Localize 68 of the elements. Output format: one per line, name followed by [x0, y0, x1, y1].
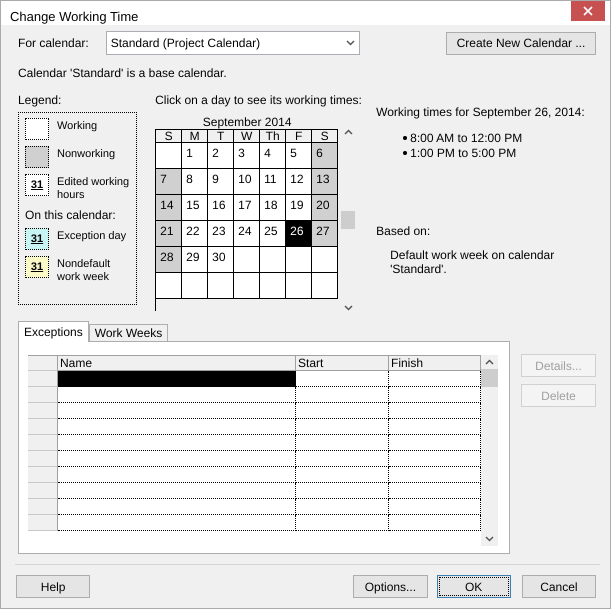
calendar-day[interactable]: 13 [312, 169, 338, 195]
based-on-label: Based on: [376, 224, 432, 238]
working-times-title: Working times for September 26, 2014: [376, 105, 586, 119]
calendar-label: For calendar: [18, 36, 89, 50]
calendar-day[interactable]: 20 [312, 195, 338, 221]
calendar-day[interactable]: 3 [234, 143, 260, 169]
weekday-header: Th [260, 129, 286, 143]
calendar-day[interactable]: 10 [234, 169, 260, 195]
weekday-header: S [312, 129, 338, 143]
dialog-button[interactable]: Cancel [522, 575, 596, 598]
tab[interactable]: Work Weeks [88, 324, 168, 342]
column-header[interactable]: Name [58, 355, 296, 371]
working-time: 1:00 PM to 5:00 PM [410, 146, 516, 160]
calendar-day[interactable]: 27 [312, 221, 338, 247]
calendar-day[interactable]: 4 [260, 143, 286, 169]
calendar-day[interactable]: 5 [286, 143, 312, 169]
calendar-day[interactable]: 24 [234, 221, 260, 247]
calendar-day[interactable]: 9 [208, 169, 234, 195]
calendar-day[interactable]: 7 [156, 169, 182, 195]
legend-swatch: 31 [25, 174, 49, 196]
weekday-header: S [156, 129, 182, 143]
calendar-day[interactable]: 21 [156, 221, 182, 247]
calendar-day[interactable]: 2 [208, 143, 234, 169]
create-calendar-button[interactable]: Create New Calendar ... [446, 32, 596, 54]
column-header[interactable]: Start [296, 355, 389, 371]
weekday-header: T [208, 129, 234, 143]
tab[interactable]: Exceptions [18, 321, 89, 342]
legend-heading: On this calendar: [25, 208, 117, 222]
dialog-button[interactable]: OK [436, 575, 511, 598]
weekday-header: W [234, 129, 260, 143]
legend-label: Nondefault work week [57, 258, 112, 284]
calendar-day[interactable]: 23 [208, 221, 234, 247]
calendar-day[interactable]: 22 [182, 221, 208, 247]
calendar-day[interactable]: 18 [260, 195, 286, 221]
calendar-day[interactable]: 1 [182, 143, 208, 169]
calendar-day[interactable]: 12 [286, 169, 312, 195]
based-on-text: Default work week on calendar 'Standard'. [390, 248, 556, 276]
calendar-dropdown[interactable]: Standard (Project Calendar) [106, 31, 360, 55]
working-time: 8:00 AM to 12:00 PM [410, 131, 522, 145]
legend-label: Working [57, 120, 98, 133]
calendar-day[interactable]: 8 [182, 169, 208, 195]
legend-label: Edited working hours [57, 176, 130, 202]
legend-swatch: 31 [25, 256, 49, 278]
calendar-day[interactable]: 19 [286, 195, 312, 221]
calendar-day[interactable]: 26 [286, 221, 312, 247]
calendar-day[interactable]: 14 [156, 195, 182, 221]
weekday-header: F [286, 129, 312, 143]
legend-swatch: 31 [25, 228, 49, 250]
column-header[interactable]: Finish [389, 355, 481, 371]
base-calendar-note: Calendar 'Standard' is a base calendar. [18, 66, 228, 80]
calendar-day[interactable]: 25 [260, 221, 286, 247]
legend-label: Nonworking [57, 148, 116, 161]
dialog-button[interactable]: Help [16, 575, 90, 598]
calendar-day[interactable]: 15 [182, 195, 208, 221]
legend-label: Exception day [57, 230, 126, 243]
calendar-day[interactable]: 28 [156, 247, 182, 273]
calendar-day[interactable]: 17 [234, 195, 260, 221]
month-title: September 2014 [202, 115, 292, 129]
legend-title: Legend: [18, 93, 62, 107]
window-title: Change Working Time [10, 9, 138, 24]
calendar-day[interactable]: 6 [312, 143, 338, 169]
calendar-day[interactable]: 30 [208, 247, 234, 273]
calendar-hint: Click on a day to see its working times: [155, 93, 362, 107]
calendar-day[interactable]: 11 [260, 169, 286, 195]
dialog-button[interactable]: Options... [353, 575, 428, 598]
calendar-day[interactable]: 29 [182, 247, 208, 273]
weekday-header: M [182, 129, 208, 143]
calendar-day[interactable]: 16 [208, 195, 234, 221]
